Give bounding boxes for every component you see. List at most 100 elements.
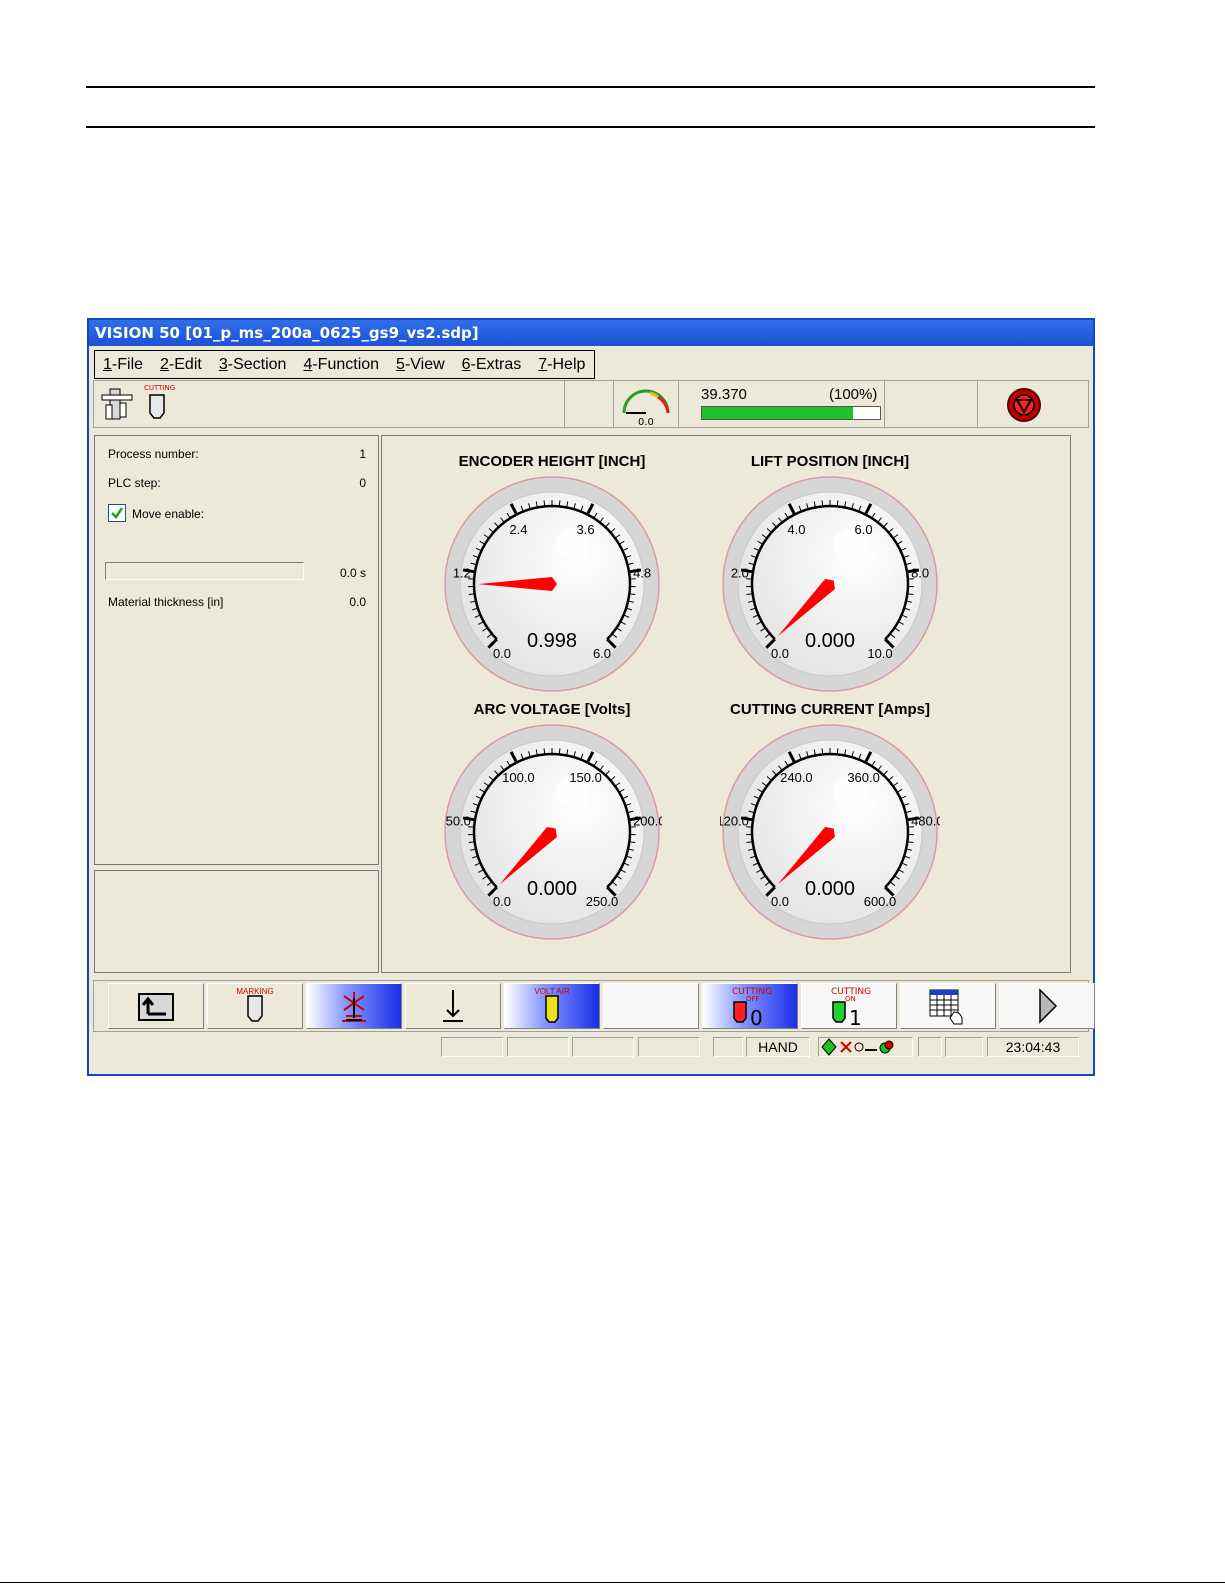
gauge-tick-label: 6.0 (593, 646, 611, 661)
cutting-on-state: ON (845, 995, 856, 1003)
progress-cell: 39.370 (100%) (679, 381, 885, 427)
gauge-lift-position: 0.0 2.0 4.0 6.0 8.0 10.0 0.000 (720, 474, 940, 694)
gauge-tick-label: 2.4 (509, 522, 527, 537)
gauge-minor-tick (543, 500, 546, 507)
menu-view[interactable]: 5-View (388, 356, 454, 374)
gauge-title-arc-voltage: ARC VOLTAGE [Volts] (473, 701, 631, 718)
gauge-tick-label: 3.6 (577, 522, 595, 537)
checkmark-icon (111, 507, 124, 519)
status-cell-6 (918, 1037, 942, 1057)
gauge-tick-label: 600.0 (864, 894, 897, 909)
gauge-encoder-height: 0.0 1.2 2.4 3.6 4.8 6.0 0.998 (442, 474, 662, 694)
gauge-title-cutting-current: CUTTING CURRENT [Amps] (730, 701, 930, 718)
progress-bar (701, 406, 881, 420)
gauge-value-readout: 0.000 (805, 878, 855, 900)
cutting-on-value: 1 (849, 1006, 862, 1028)
status-cell-3 (572, 1037, 634, 1057)
gauge-tick-label: 250.0 (586, 894, 619, 909)
cutting-label: CUTTING (144, 384, 175, 392)
progress-value: 39.370 (701, 386, 747, 403)
machine-status-icon (820, 1038, 893, 1056)
gauge-tick-label: 10.0 (867, 646, 892, 661)
spark-icon (342, 992, 366, 1022)
cutting-off-state: OFF (746, 995, 760, 1003)
manual-table-button[interactable] (900, 983, 996, 1029)
cutting-off-value: 0 (750, 1006, 763, 1028)
gauge-tick-label: 480.0 (911, 813, 940, 828)
down-arrow-icon (443, 990, 463, 1022)
status-toolbar: CUTTING 0.0 39.370 (100%) (93, 380, 1089, 428)
return-arrow-icon (138, 993, 174, 1021)
chevron-right-icon (1039, 988, 1058, 1024)
gauge-title-lift-position: LIFT POSITION [INCH] (750, 453, 910, 470)
gauge-tick-label: 120.0 (720, 813, 749, 828)
gauge-tick-label: 100.0 (502, 770, 535, 785)
empty-function-button[interactable] (603, 983, 699, 1029)
gauge-tick-label: 8.0 (911, 565, 929, 580)
toolbar-empty-cell (565, 381, 614, 427)
status-cell-2 (507, 1037, 569, 1057)
plc-step-value: 0 (359, 476, 366, 490)
next-page-button[interactable] (999, 983, 1095, 1029)
menu-edit[interactable]: 2-Edit (152, 356, 211, 374)
cutting-on-button[interactable]: CUTTING ON 1 (801, 983, 897, 1029)
marking-button[interactable]: MARKING (207, 983, 303, 1029)
menu-help[interactable]: 7-Help (530, 356, 594, 374)
cutting-off-icon: CUTTING OFF 0 (732, 987, 772, 1028)
status-cell-7 (945, 1037, 983, 1057)
timer-value: 0.0 s (339, 566, 366, 580)
status-cell-4 (638, 1037, 700, 1057)
progress-bar-fill (702, 407, 854, 419)
gauge-minor-tick (558, 500, 561, 507)
move-enable-label: Move enable: (132, 507, 205, 521)
material-thickness-label: Material thickness [in] (108, 595, 224, 609)
gauge-value-readout: 0.000 (527, 878, 577, 900)
gauge-dial: 0.0 1.2 2.4 3.6 4.8 6.0 0.998 (444, 476, 660, 692)
gauge-tick-label: 4.0 (787, 522, 805, 537)
menu-extras[interactable]: 6-Extras (454, 356, 531, 374)
gauge-tick-label: 0.0 (771, 646, 789, 661)
process-number-label: Process number: (108, 447, 199, 461)
menu-file[interactable]: 1-File (95, 356, 152, 374)
move-enable-checkbox[interactable] (108, 504, 126, 522)
volt-air-button[interactable]: VOLT AIR (504, 983, 600, 1029)
window-title[interactable]: VISION 50 [01_p_ms_200a_0625_gs9_vs2.sdp… (89, 320, 1093, 346)
menu-bar: 1-File 2-Edit 3-Section 4-Function 5-Vie… (94, 350, 596, 379)
gauge-minor-tick (821, 500, 824, 507)
back-button[interactable] (108, 983, 204, 1029)
gauge-minor-tick (543, 748, 546, 755)
gauge-tick-label: 150.0 (569, 770, 602, 785)
clock: 23:04:43 (987, 1037, 1079, 1057)
menu-function[interactable]: 4-Function (295, 356, 388, 374)
status-bar: HAND 23:04:43 (91, 1036, 1091, 1058)
gauge-value-readout: 0.000 (805, 630, 855, 652)
speed-gauge-icon: 0.0 (622, 389, 670, 428)
material-thickness-value: 0.0 (349, 595, 366, 609)
volt-air-label: VOLT AIR (534, 987, 570, 996)
status-cell-5 (713, 1037, 743, 1057)
emergency-stop-icon[interactable] (1006, 387, 1042, 427)
ignition-button[interactable] (306, 983, 402, 1029)
cutting-off-button[interactable]: CUTTING OFF 0 (702, 983, 798, 1029)
gauge-cutting-current: 0.0 120.0 240.0 360.0 480.0 600.0 0.000 (716, 722, 944, 942)
menu-section[interactable]: 3-Section (211, 356, 296, 374)
gauge-panel: ENCODER HEIGHT [INCH] LIFT POSITION [INC… (381, 435, 1071, 973)
gauge-minor-tick (836, 748, 839, 755)
timer-bar (105, 562, 304, 580)
status-cell-1 (441, 1037, 503, 1057)
gauge-tick-label: 200.0 (633, 813, 662, 828)
header-rule-bottom (86, 126, 1095, 128)
torch-station-icon: CUTTING (101, 384, 175, 420)
progress-percent: (100%) (829, 386, 878, 403)
function-button-bar: MARKING VOLT AIR CUTTING OFF 0 CUTTING O… (93, 980, 1095, 1032)
gauge-dial: 0.0 50.0 100.0 150.0 200.0 250.0 0.000 (444, 724, 666, 940)
cutting-on-icon: CUTTING ON 1 (831, 987, 871, 1028)
lower-torch-button[interactable] (405, 983, 501, 1029)
gauge-minor-tick (558, 748, 561, 755)
footer-rule (0, 1582, 1225, 1583)
gauge-dial: 0.0 2.0 4.0 6.0 8.0 10.0 0.000 (722, 476, 938, 692)
gauge-tick-label: 50.0 (446, 813, 471, 828)
gauge-tick-label: 0.0 (493, 646, 511, 661)
machine-status-icons (818, 1037, 913, 1057)
vision50-window: VISION 50 [01_p_ms_200a_0625_gs9_vs2.sdp… (87, 318, 1095, 1076)
